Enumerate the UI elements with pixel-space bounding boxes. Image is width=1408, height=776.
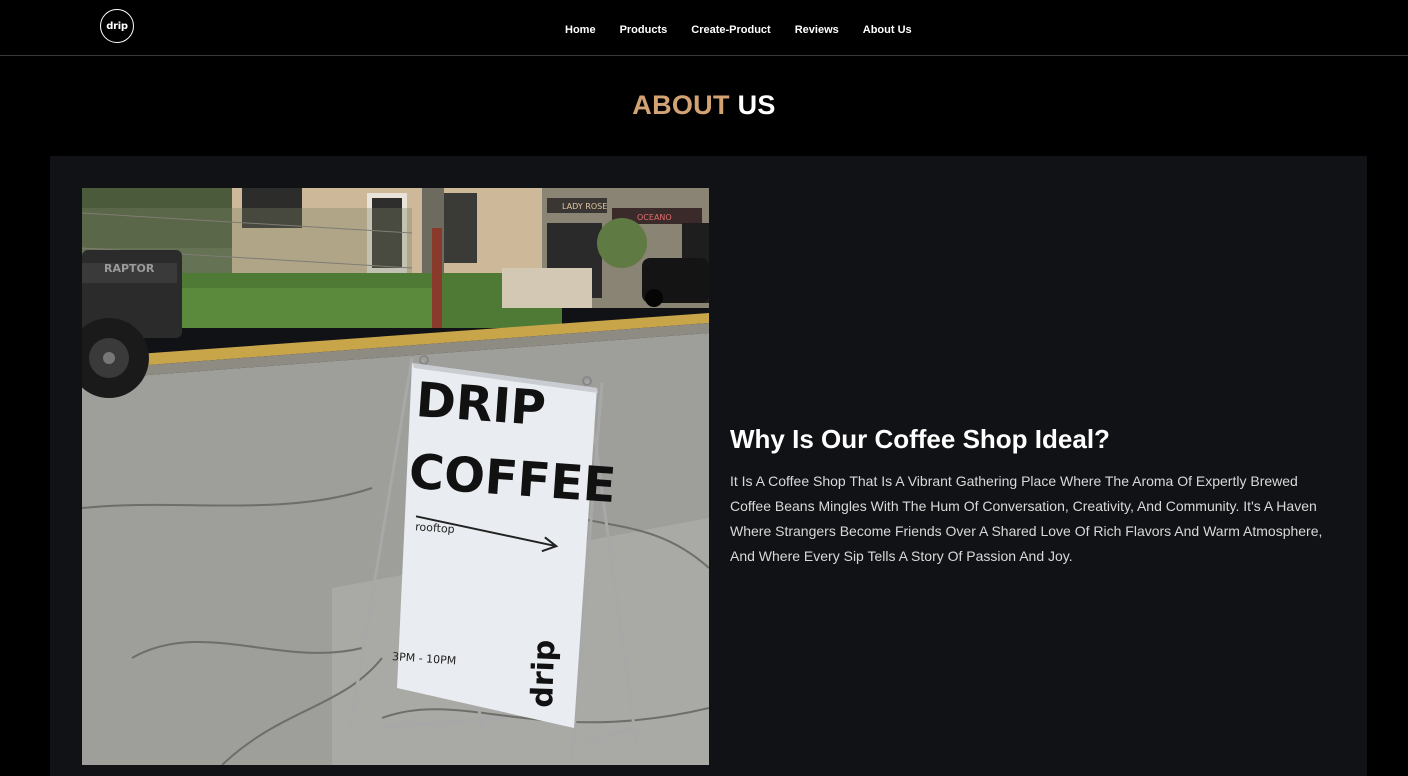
nav-products[interactable]: Products	[620, 24, 668, 36]
storefront-sign-2: OCEANO	[637, 213, 672, 222]
truck-badge: RAPTOR	[104, 262, 155, 275]
about-description: It Is A Coffee Shop That Is A Vibrant Ga…	[730, 473, 1323, 564]
nav-links: Home Products Create-Product Reviews Abo…	[565, 20, 912, 38]
page-title: ABOUT US	[0, 90, 1408, 121]
nav-create-product[interactable]: Create-Product	[691, 24, 770, 36]
about-content: Why Is Our Coffee Shop Ideal? It Is A Co…	[730, 424, 1330, 569]
storefront-sign-1: LADY ROSE	[562, 202, 607, 211]
sign-title-line1: DRIP	[414, 372, 547, 437]
navbar: drip Home Products Create-Product Review…	[0, 0, 1408, 56]
nav-about-us[interactable]: About Us	[863, 24, 912, 36]
page-title-accent: ABOUT	[632, 90, 730, 120]
about-image: LADY ROSE OCEANO RAPTOR DRIP COFFEE roof…	[82, 188, 709, 765]
nav-home[interactable]: Home	[565, 24, 596, 36]
sign-logo: drip	[525, 639, 562, 708]
nav-reviews[interactable]: Reviews	[795, 24, 839, 36]
page-title-rest: US	[737, 90, 776, 120]
about-heading: Why Is Our Coffee Shop Ideal?	[730, 424, 1110, 454]
logo[interactable]: drip	[100, 9, 134, 43]
